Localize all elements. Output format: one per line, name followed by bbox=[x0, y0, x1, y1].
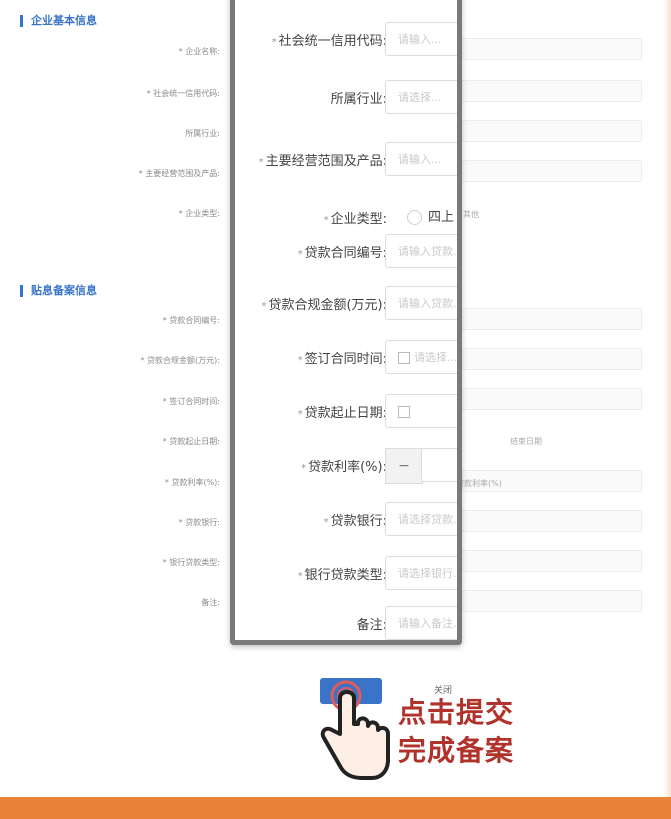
section-title-filing: 贴息备案信息 bbox=[20, 285, 97, 297]
credit-code-input[interactable]: 请输入... bbox=[385, 22, 457, 56]
zoom-label-loan-period: * 贷款起止日期: bbox=[297, 406, 387, 421]
pointing-hand-icon bbox=[320, 680, 390, 780]
bg-field-sign-date[interactable] bbox=[450, 388, 642, 410]
bg-label-loan-amount: * 贷款合规金额(万元): bbox=[140, 356, 220, 365]
zoom-label-industry: 所属行业: bbox=[330, 92, 387, 107]
bg-label-business-scope: * 主要经营范围及产品: bbox=[138, 169, 220, 178]
bg-field-loan-amount[interactable] bbox=[450, 348, 642, 370]
bg-field-company-name[interactable] bbox=[450, 38, 642, 60]
bg-option-other[interactable]: 其他 bbox=[463, 209, 479, 220]
bg-label-bank: * 贷款银行: bbox=[178, 518, 220, 527]
bg-label-company-type: * 企业类型: bbox=[178, 209, 220, 218]
loan-amount-input[interactable]: 请输入贷款... bbox=[385, 286, 457, 320]
bottom-bar bbox=[0, 797, 671, 819]
callout-line-2: 完成备案 bbox=[398, 734, 515, 767]
scope-input[interactable]: 请输入... bbox=[385, 142, 457, 176]
remark-input[interactable]: 请输入备注... bbox=[385, 606, 457, 640]
right-edge-shade bbox=[663, 0, 671, 797]
zoom-label-scope: * 主要经营范围及产品: bbox=[258, 154, 387, 169]
loan-type-select[interactable]: 请选择银行... bbox=[385, 556, 457, 590]
bg-field-industry[interactable] bbox=[450, 120, 642, 142]
sign-date-picker[interactable]: 请选择... bbox=[385, 340, 457, 374]
bg-label-company-name: * 企业名称: bbox=[178, 47, 220, 56]
zoom-label-credit-code: * 社会统一信用代码: bbox=[271, 34, 387, 49]
bg-rate-hint: 贷款利率(%) bbox=[456, 479, 502, 488]
bg-field-contract-no[interactable] bbox=[450, 308, 642, 330]
bg-label-sign-date: * 签订合同时间: bbox=[162, 397, 220, 406]
bg-label-rate: * 贷款利率(%): bbox=[164, 478, 220, 487]
bg-field-bank[interactable] bbox=[450, 510, 642, 532]
calendar-icon bbox=[398, 352, 410, 364]
contract-no-input[interactable]: 请输入贷款... bbox=[385, 234, 457, 268]
bg-label-loan-period: * 贷款起止日期: bbox=[162, 437, 220, 446]
bg-field-remark[interactable] bbox=[450, 590, 642, 612]
industry-select[interactable]: 请选择... bbox=[385, 80, 457, 114]
zoom-label-sign-date: * 签订合同时间: bbox=[297, 352, 387, 367]
zoom-label-rate: * 贷款利率(%): bbox=[301, 460, 387, 475]
callout-text: 点击提交 完成备案 bbox=[398, 694, 514, 770]
bg-label-loan-type: * 银行贷款类型: bbox=[162, 558, 220, 567]
bg-field-loan-type[interactable] bbox=[450, 550, 642, 572]
bg-end-date[interactable]: 结束日期 bbox=[510, 436, 542, 447]
filing-form-page: 企业基本信息 贴息备案信息 * 企业名称: * 社会统一信用代码: 所属行业: … bbox=[0, 0, 671, 819]
bg-label-contract-no: * 贷款合同编号: bbox=[162, 316, 220, 325]
calendar-icon bbox=[398, 406, 410, 418]
bg-field-scope[interactable] bbox=[450, 160, 642, 182]
bg-label-remark: 备注: bbox=[201, 598, 220, 607]
rate-decrement-button[interactable]: − bbox=[385, 448, 423, 484]
callout-line-1: 点击提交 bbox=[398, 696, 515, 729]
radio-icon[interactable] bbox=[407, 210, 422, 225]
zoom-label-remark: 备注: bbox=[356, 618, 387, 633]
company-type-option[interactable]: 四上 bbox=[407, 206, 454, 225]
bg-label-industry: 所属行业: bbox=[185, 129, 220, 138]
section-title-company: 企业基本信息 bbox=[20, 15, 97, 27]
zoom-label-bank: * 贷款银行: bbox=[323, 514, 387, 529]
bg-field-credit-code[interactable] bbox=[450, 80, 642, 102]
loan-period-picker[interactable] bbox=[385, 394, 457, 428]
zoom-panel: * 社会统一信用代码: 请输入... 所属行业: 请选择... * 主要经营范围及产… bbox=[230, 0, 462, 645]
zoom-label-loan-type: * 银行贷款类型: bbox=[297, 568, 387, 583]
zoom-label-contract-no: * 贷款合同编号: bbox=[297, 246, 387, 261]
rate-input[interactable] bbox=[421, 448, 457, 482]
zoom-label-loan-amount: * 贷款合规金额(万元): bbox=[261, 298, 387, 313]
bank-select[interactable]: 请选择贷款... bbox=[385, 502, 457, 536]
bg-label-credit-code: * 社会统一信用代码: bbox=[146, 89, 220, 98]
zoom-label-company-type: * 企业类型: bbox=[323, 212, 387, 227]
